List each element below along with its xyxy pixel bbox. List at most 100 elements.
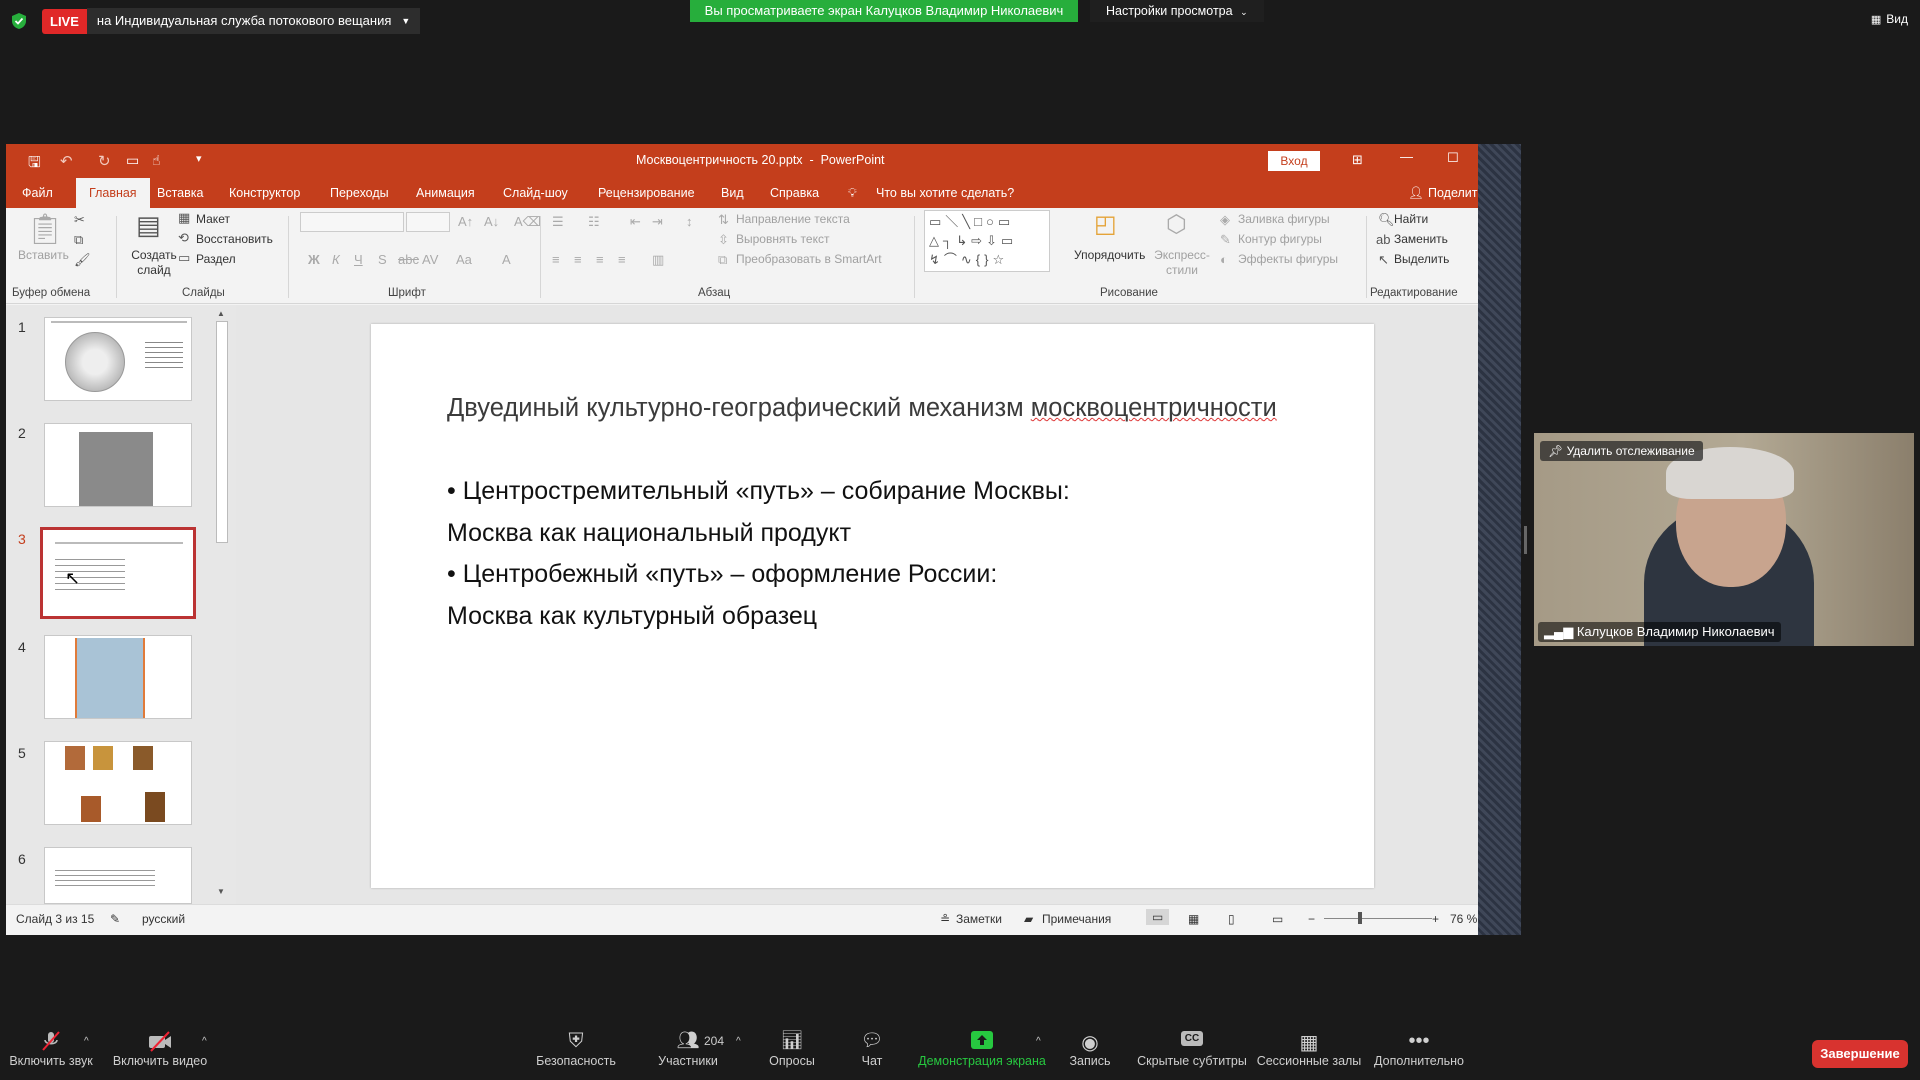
tab-view[interactable]: Вид xyxy=(721,178,744,208)
zoom-in-icon[interactable]: + xyxy=(1432,912,1439,926)
comments-button[interactable]: Примечания xyxy=(1042,912,1111,926)
present-icon[interactable]: ▭ xyxy=(126,152,139,169)
participants-chevron-icon[interactable]: ^ xyxy=(736,1036,741,1047)
paste-button-label[interactable]: Вставить xyxy=(18,248,69,262)
ribbon-display-icon[interactable]: ⊞ xyxy=(1352,152,1363,168)
copy-icon[interactable]: ⧉ xyxy=(74,232,83,248)
tab-transitions[interactable]: Переходы xyxy=(330,178,389,208)
zoom-slider[interactable] xyxy=(1324,918,1432,919)
slide-canvas[interactable]: Двуединый культурно-географический механ… xyxy=(371,324,1374,888)
shapes-gallery[interactable]: ▭＼╲□○▭ △┐↳⇨⇩▭ ↯⌒∿{}☆ xyxy=(924,210,1050,272)
justify-icon[interactable]: ≡ xyxy=(618,252,626,267)
start-video-button[interactable]: Включить видео xyxy=(110,1014,210,1080)
cut-icon[interactable]: ✂ xyxy=(74,212,85,228)
video-options-chevron-icon[interactable]: ^ xyxy=(202,1036,207,1047)
share-options-chevron-icon[interactable]: ^ xyxy=(1036,1036,1041,1047)
increase-indent-icon[interactable]: ⇥ xyxy=(652,214,663,230)
shadow-icon[interactable]: S xyxy=(378,252,387,267)
live-stream-service[interactable]: на Индивидуальная служба потокового веща… xyxy=(86,8,421,34)
tab-file[interactable]: Файл xyxy=(22,178,53,208)
zoom-level[interactable]: 76 % xyxy=(1450,912,1477,926)
scroll-down-icon[interactable]: ▼ xyxy=(217,887,225,896)
slide-sorter-icon[interactable]: ▦ xyxy=(1188,912,1199,926)
chat-button[interactable]: 💬︎ Чат xyxy=(846,1014,898,1080)
tab-slideshow[interactable]: Слайд-шоу xyxy=(503,178,568,208)
select-button[interactable]: Выделить xyxy=(1394,252,1449,266)
font-color-icon[interactable]: A xyxy=(502,252,511,267)
quick-styles-button[interactable]: Экспресс-стили xyxy=(1154,248,1210,278)
replace-button[interactable]: Заменить xyxy=(1394,232,1448,246)
view-button[interactable]: ▦ Вид xyxy=(1871,12,1908,26)
scroll-up-icon[interactable]: ▲ xyxy=(217,309,225,318)
panel-resize-handle[interactable] xyxy=(1524,526,1527,554)
live-stream-indicator[interactable]: LIVE на Индивидуальная служба потокового… xyxy=(10,8,421,34)
zoom-slider-handle[interactable] xyxy=(1358,912,1362,924)
reading-view-icon[interactable]: ▯ xyxy=(1228,912,1235,926)
layout-button[interactable]: Макет xyxy=(196,212,230,226)
spellcheck-icon[interactable]: ✎ xyxy=(110,912,120,926)
align-right-icon[interactable]: ≡ xyxy=(596,252,604,267)
decrease-indent-icon[interactable]: ⇤ xyxy=(630,214,641,230)
tab-insert[interactable]: Вставка xyxy=(157,178,203,208)
align-left-icon[interactable]: ≡ xyxy=(552,252,560,267)
audio-options-chevron-icon[interactable]: ^ xyxy=(84,1036,89,1047)
speaker-video[interactable]: 📌︎ Удалить отслеживание ▂▄▆ Калуцков Вла… xyxy=(1534,433,1914,646)
redo-icon[interactable]: ↻ xyxy=(98,152,111,170)
font-size-input[interactable] xyxy=(406,212,450,232)
save-icon[interactable]: 🖫 xyxy=(28,152,41,177)
shape-outline-button[interactable]: Контур фигуры xyxy=(1238,232,1322,246)
captions-button[interactable]: CC Скрытые субтитры xyxy=(1132,1014,1252,1080)
tab-design[interactable]: Конструктор xyxy=(229,178,300,208)
numbering-icon[interactable]: ☷ xyxy=(588,214,600,230)
font-grow-icon[interactable]: A↑ xyxy=(458,214,473,229)
security-button[interactable]: ⛨ Безопасность xyxy=(534,1014,618,1080)
line-spacing-icon[interactable]: ↕ xyxy=(686,214,693,229)
shape-effects-button[interactable]: Эффекты фигуры xyxy=(1238,252,1338,266)
smartart-button[interactable]: Преобразовать в SmartArt xyxy=(736,252,882,266)
columns-icon[interactable]: ▥ xyxy=(652,252,664,268)
new-slide-icon[interactable]: ▤ xyxy=(136,210,161,241)
slide-thumbnail-3[interactable]: ↖ xyxy=(40,527,196,619)
minimize-icon[interactable]: — xyxy=(1400,149,1413,164)
undo-icon[interactable]: ↶ xyxy=(60,152,73,170)
font-shrink-icon[interactable]: A↓ xyxy=(484,214,499,229)
share-button[interactable]: Поделит xyxy=(1428,178,1478,208)
tab-help[interactable]: Справка xyxy=(770,178,819,208)
section-button[interactable]: Раздел xyxy=(196,252,236,266)
arrange-button[interactable]: Упорядочить xyxy=(1074,248,1145,262)
thumbnails-scrollbar[interactable]: ▲ ▼ xyxy=(214,305,230,904)
signin-button[interactable]: Вход xyxy=(1268,151,1320,171)
tab-animations[interactable]: Анимация xyxy=(416,178,475,208)
change-case-icon[interactable]: Aa xyxy=(456,252,472,267)
language-indicator[interactable]: русский xyxy=(142,912,185,926)
scrollbar-thumb[interactable] xyxy=(216,321,228,543)
align-text-button[interactable]: Выровнять текст xyxy=(736,232,829,246)
more-button[interactable]: ••• Дополнительно xyxy=(1372,1014,1466,1080)
clear-format-icon[interactable]: A⌫ xyxy=(514,214,541,230)
align-center-icon[interactable]: ≡ xyxy=(574,252,582,267)
unmute-button[interactable]: Включить звук xyxy=(6,1014,96,1080)
slide-thumbnail-4[interactable] xyxy=(44,635,192,719)
spacing-icon[interactable]: AV xyxy=(422,252,438,267)
tab-review[interactable]: Рецензирование xyxy=(598,178,695,208)
notes-button[interactable]: Заметки xyxy=(956,912,1002,926)
bold-icon[interactable]: Ж xyxy=(308,252,320,267)
breakout-rooms-button[interactable]: ▦ Сессионные залы xyxy=(1256,1014,1362,1080)
slide-thumbnail-2[interactable] xyxy=(44,423,192,507)
italic-icon[interactable]: К xyxy=(332,252,340,267)
shape-fill-button[interactable]: Заливка фигуры xyxy=(1238,212,1330,226)
unpin-video-button[interactable]: 📌︎ Удалить отслеживание xyxy=(1540,441,1703,461)
slideshow-icon[interactable]: ▭ xyxy=(1272,912,1283,926)
view-settings-button[interactable]: Настройки просмотра ⌄ xyxy=(1090,0,1264,22)
text-direction-button[interactable]: Направление текста xyxy=(736,212,850,226)
bullets-icon[interactable]: ☰ xyxy=(552,214,564,230)
tell-me-search[interactable]: Что вы хотите сделать? xyxy=(876,178,1014,208)
find-button[interactable]: Найти xyxy=(1394,212,1428,226)
zoom-out-icon[interactable]: − xyxy=(1308,912,1315,926)
strikethrough-icon[interactable]: abc xyxy=(398,252,419,267)
normal-view-icon[interactable]: ▭ xyxy=(1146,909,1170,925)
font-name-input[interactable] xyxy=(300,212,404,232)
record-button[interactable]: ◉ Запись xyxy=(1060,1014,1120,1080)
tab-home[interactable]: Главная xyxy=(76,178,150,208)
end-meeting-button[interactable]: Завершение xyxy=(1812,1040,1908,1068)
